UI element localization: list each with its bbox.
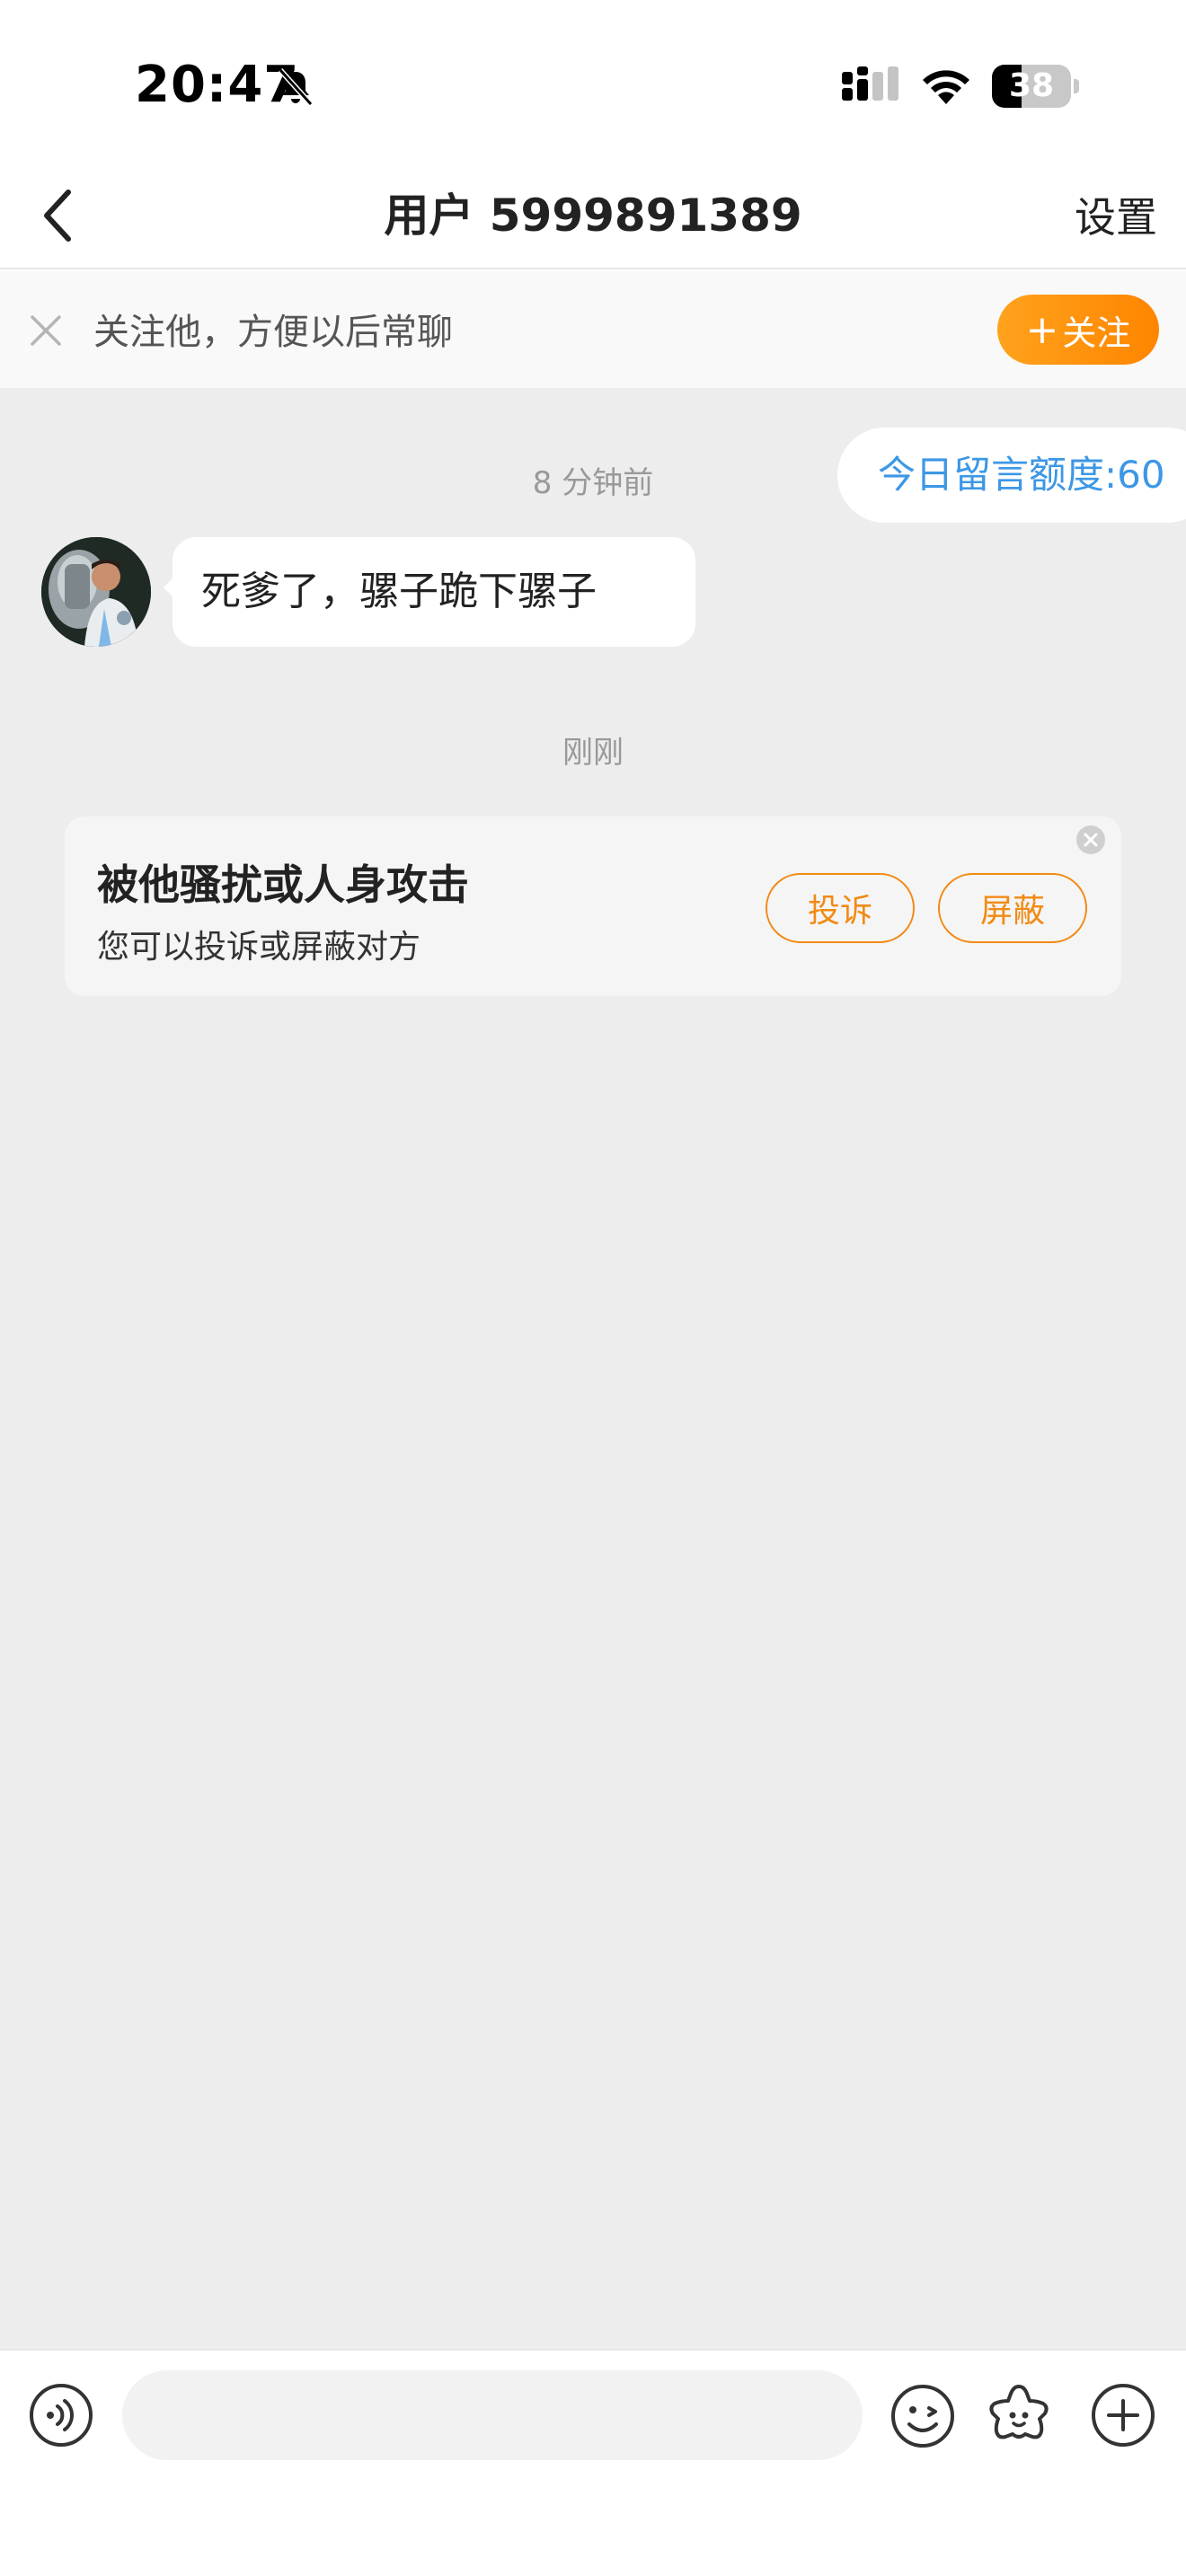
follow-hint-text: 关注他，方便以后常聊 (93, 312, 453, 353)
follow-button[interactable]: + 关注 (997, 295, 1159, 365)
voice-icon[interactable] (29, 2383, 93, 2448)
message-input[interactable] (122, 2370, 863, 2460)
emoji-icon[interactable] (890, 2383, 956, 2449)
plus-icon: + (1025, 306, 1059, 353)
battery-percent: 38 (1008, 67, 1055, 104)
wifi-icon (923, 70, 969, 104)
chat-area[interactable]: 今日留言额度:60 8 分钟前 死爹了，骡子跪下骡子 刚刚 被他骚扰或人身攻击 … (0, 388, 1186, 2349)
avatar[interactable] (41, 537, 151, 647)
notice-timestamp: 刚刚 (562, 735, 624, 771)
status-bar: 20:47 38 (0, 0, 1186, 162)
follow-button-label: 关注 (1062, 313, 1131, 353)
chevron-left-icon (44, 190, 71, 242)
report-button[interactable]: 投诉 (766, 873, 915, 943)
notice-subtitle: 您可以投诉或屏蔽对方 (97, 929, 421, 966)
cellular-signal-icon (842, 66, 898, 101)
block-button[interactable]: 屏蔽 (938, 873, 1087, 943)
page-title: 用户 5999891389 (384, 190, 802, 242)
harassment-notice-card: 被他骚扰或人身攻击 您可以投诉或屏蔽对方 投诉 屏蔽 (65, 816, 1121, 996)
chat-screen: 20:47 38 用户 5999891389 设置 关注他，方便以后常聊 + 关… (0, 0, 1186, 2576)
settings-button[interactable]: 设置 (1075, 189, 1157, 246)
sticker-icon[interactable] (985, 2381, 1053, 2449)
bell-muted-icon (278, 67, 314, 107)
nav-bar: 用户 5999891389 设置 (0, 162, 1186, 269)
battery-icon: 38 (992, 65, 1079, 108)
input-bar (0, 2349, 1186, 2576)
back-button[interactable] (22, 181, 93, 250)
message-timestamp: 8 分钟前 (532, 465, 654, 501)
follow-banner: 关注他，方便以后常聊 + 关注 (0, 271, 1186, 388)
close-circle-icon[interactable] (1075, 824, 1107, 856)
add-more-icon[interactable] (1091, 2383, 1155, 2448)
notice-title: 被他骚扰或人身攻击 (97, 860, 469, 909)
close-icon[interactable] (27, 312, 65, 349)
message-bubble[interactable]: 死爹了，骡子跪下骡子 (173, 537, 695, 647)
